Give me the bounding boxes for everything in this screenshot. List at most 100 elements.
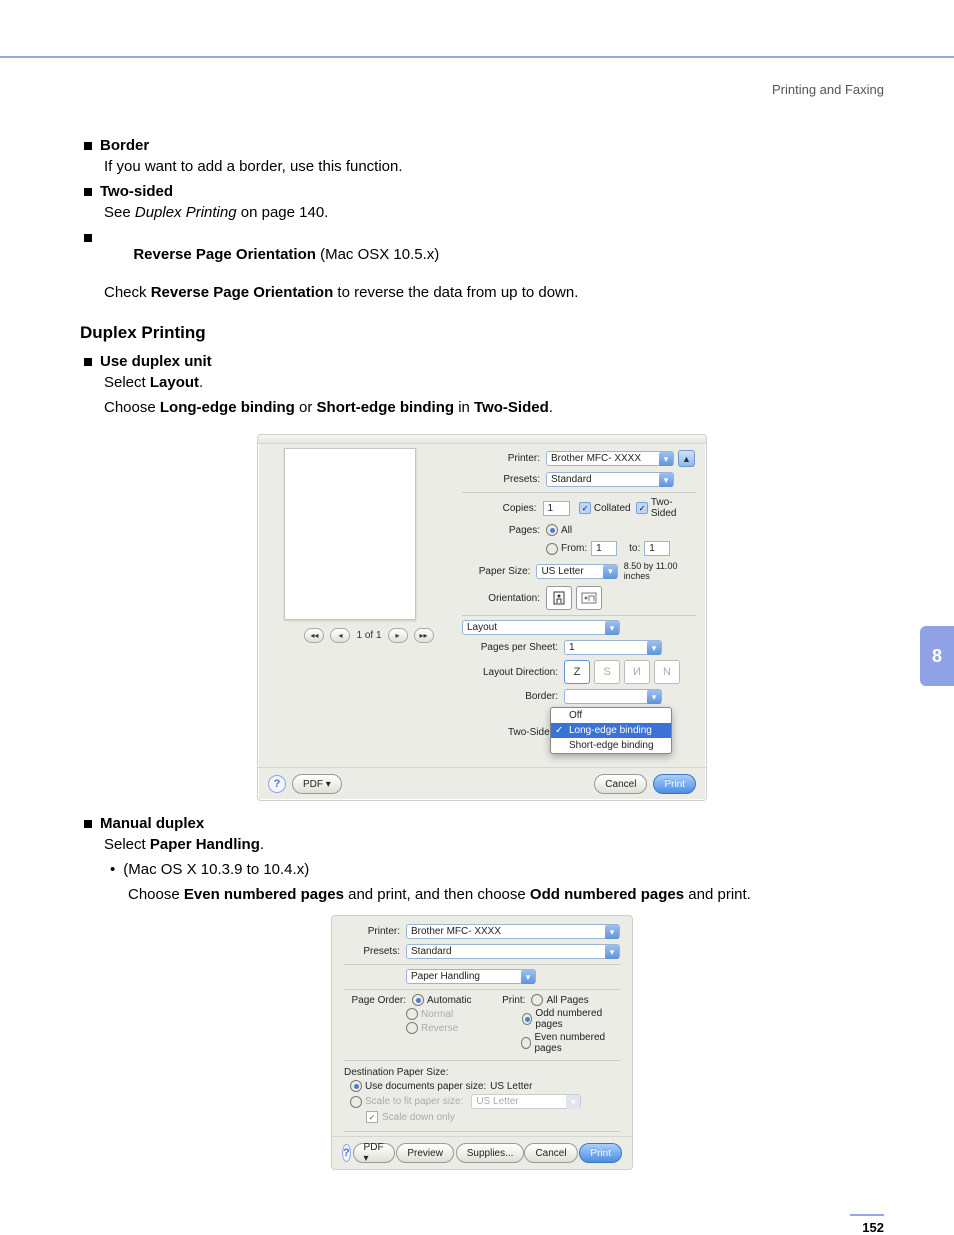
d2-cancel-button[interactable]: Cancel	[524, 1143, 577, 1163]
text-run: Choose	[128, 886, 184, 903]
text-run: Choose	[104, 399, 160, 416]
text-run-bold: Long-edge binding	[160, 399, 295, 416]
collated-checkbox[interactable]: ✓	[579, 502, 591, 514]
orientation-landscape-button[interactable]	[576, 586, 602, 610]
printer-label: Printer:	[462, 453, 546, 464]
d2-pdf-button[interactable]: PDF ▾	[353, 1143, 395, 1163]
text-run-italic: Duplex Printing	[135, 204, 237, 221]
pages-from-radio[interactable]	[546, 543, 558, 555]
help-button[interactable]: ?	[268, 775, 286, 793]
chevron-down-icon: ▾	[605, 945, 619, 959]
d2-print-odd: Odd numbered pages	[535, 1008, 620, 1030]
cancel-button[interactable]: Cancel	[594, 774, 647, 794]
pager-prev-button[interactable]: ◂	[330, 628, 350, 643]
d2-panel-value: Paper Handling	[411, 971, 480, 982]
d2-print-odd-radio[interactable]	[522, 1013, 533, 1025]
d2-dest-usedoc-value: US Letter	[490, 1081, 532, 1092]
pager-next-button[interactable]: ▸	[388, 628, 408, 643]
text-run: .	[199, 374, 203, 391]
pager-last-button[interactable]: ▸▸	[414, 628, 434, 643]
bullet-reverse-suffix: (Mac OSX 10.5.x)	[316, 246, 439, 263]
text-run-bold: Odd numbered pages	[530, 886, 684, 903]
panel-select[interactable]: Layout▾	[462, 620, 620, 635]
layoutdirection-label: Layout Direction:	[462, 667, 564, 678]
border-select[interactable]: ▾	[564, 689, 662, 704]
twosided-dropdown-menu: Off Long-edge binding Short-edge binding	[550, 707, 672, 754]
text-run-bold: Layout	[150, 374, 199, 391]
d2-printer-select[interactable]: Brother MFC- XXXX▾	[406, 924, 620, 939]
d2-dest-scale-value: US Letter	[476, 1096, 518, 1107]
presets-select[interactable]: Standard ▾	[546, 472, 674, 487]
d2-print-even-radio[interactable]	[521, 1037, 532, 1049]
chevron-down-icon: ▾	[647, 641, 661, 655]
pager-first-button[interactable]: ◂◂	[304, 628, 324, 643]
d2-pageorder-reverse-radio[interactable]	[406, 1022, 418, 1034]
d2-scaledown-label: Scale down only	[382, 1112, 455, 1123]
manual-duplex-line2: Choose Even numbered pages and print, an…	[128, 886, 884, 903]
pdf-button[interactable]: PDF ▾	[292, 774, 342, 794]
layoutdir-btn-2[interactable]: S	[594, 660, 620, 684]
printer-status-button[interactable]: ▲	[678, 450, 695, 467]
pagespersheet-select[interactable]: 1▾	[564, 640, 662, 655]
printer-select[interactable]: Brother MFC- XXXX▾	[546, 451, 674, 466]
copies-input[interactable]: 1	[543, 501, 570, 516]
d2-dest-scale-select: US Letter ▾	[471, 1094, 581, 1109]
pagespersheet-label: Pages per Sheet:	[462, 642, 564, 653]
twosided-option-off[interactable]: Off	[551, 708, 671, 723]
manual-duplex-line1: Select Paper Handling.	[104, 836, 884, 853]
manual-duplex-sub: (Mac OS X 10.3.9 to 10.4.x)	[123, 861, 309, 878]
section-heading-duplex: Duplex Printing	[80, 323, 884, 343]
pages-from-label: From:	[561, 543, 587, 554]
presets-label: Presets:	[462, 474, 546, 485]
pages-from-input[interactable]: 1	[591, 541, 617, 556]
papersize-select[interactable]: US Letter▾	[536, 564, 618, 579]
bullet-border-title: Border	[100, 137, 149, 154]
orientation-portrait-button[interactable]	[546, 586, 572, 610]
twosided-checkbox[interactable]: ✓	[636, 502, 648, 514]
dialog-titlebar	[258, 435, 706, 444]
d2-pageorder-normal-radio[interactable]	[406, 1008, 418, 1020]
panel-value: Layout	[467, 622, 497, 633]
page-num-rule	[850, 1214, 884, 1216]
pages-to-label: to:	[629, 543, 640, 554]
bullet-icon	[84, 358, 92, 366]
layoutdir-btn-1[interactable]: Z	[564, 660, 590, 684]
printer-value: Brother MFC- XXXX	[551, 453, 641, 464]
d2-panel-select[interactable]: Paper Handling▾	[406, 969, 536, 984]
bullet-icon	[84, 820, 92, 828]
chevron-down-icon: ▾	[566, 1095, 580, 1109]
manual-duplex-title: Manual duplex	[100, 815, 204, 832]
layoutdir-btn-4[interactable]: N	[654, 660, 680, 684]
d2-dest-usedoc-radio[interactable]	[350, 1080, 362, 1092]
text-run: and print, and then choose	[344, 886, 530, 903]
pages-to-input[interactable]: 1	[644, 541, 670, 556]
d2-print-all-radio[interactable]	[531, 994, 543, 1006]
papersize-dims: 8.50 by 11.00 inches	[624, 561, 696, 581]
pager: ◂◂ ◂ 1 of 1 ▸ ▸▸	[284, 628, 454, 643]
d2-print-button[interactable]: Print	[579, 1143, 622, 1163]
twosided-option-short[interactable]: Short-edge binding	[551, 738, 671, 753]
text-run: to reverse the data from up to down.	[333, 284, 578, 301]
use-duplex-title: Use duplex unit	[100, 353, 212, 370]
text-run-bold: Short-edge binding	[317, 399, 454, 416]
d2-supplies-button[interactable]: Supplies...	[456, 1143, 525, 1163]
text-run-bold: Two-Sided	[474, 399, 549, 416]
layoutdir-btn-3[interactable]: И	[624, 660, 650, 684]
print-button[interactable]: Print	[653, 774, 696, 794]
d2-pageorder-auto: Automatic	[427, 995, 471, 1006]
presets-value: Standard	[551, 474, 592, 485]
text-run: in	[454, 399, 474, 416]
d2-dest-scale-radio[interactable]	[350, 1096, 362, 1108]
orientation-label: Orientation:	[462, 593, 546, 604]
d2-pageorder-auto-radio[interactable]	[412, 994, 424, 1006]
print-preview-sheet	[284, 448, 416, 620]
d2-presets-select[interactable]: Standard▾	[406, 944, 620, 959]
use-duplex-line1: Select Layout.	[104, 374, 884, 391]
text-run: Select	[104, 836, 150, 853]
chevron-down-icon: ▾	[659, 473, 673, 487]
d2-help-button[interactable]: ?	[342, 1144, 351, 1162]
d2-preview-button[interactable]: Preview	[396, 1143, 454, 1163]
pages-all-radio[interactable]	[546, 524, 558, 536]
twosided-option-long[interactable]: Long-edge binding	[551, 723, 671, 738]
bullet-icon	[84, 188, 92, 196]
